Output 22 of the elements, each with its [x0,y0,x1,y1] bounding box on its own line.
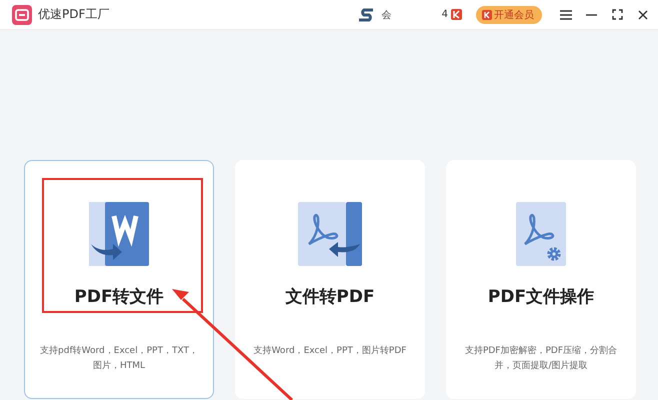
k-badge-icon [482,10,492,20]
feature-card[interactable]: PDF转文件 支持pdf转Word，Excel，PPT，TXT，图片，HTML [24,160,214,399]
count-label: 4 [442,9,448,20]
menu-icon[interactable] [560,10,572,20]
card-description: 支持PDF加密解密，PDF压缩，分割合并，页面提取/图片提取 [464,344,618,373]
card-title: PDF文件操作 [488,286,594,308]
maximize-icon[interactable] [612,9,623,20]
card-title: PDF转文件 [74,286,164,308]
app-logo-icon [12,4,32,24]
account-name[interactable]: 会 [382,8,392,22]
word-document-icon [87,202,151,266]
card-title: 文件转PDF [285,286,375,308]
close-icon[interactable] [638,10,648,20]
pdf-document-icon [298,202,362,266]
card-description: 支持pdf转Word，Excel，PPT，TXT，图片，HTML [39,344,199,373]
feature-card[interactable]: PDF文件操作 支持PDF加密解密，PDF压缩，分割合并，页面提取/图片提取 [446,160,636,399]
minimize-icon[interactable] [586,14,597,16]
app-title: 优速PDF工厂 [38,6,110,23]
k-badge-icon [451,9,462,20]
card-description: 支持Word，Excel，PPT，图片转PDF [254,344,406,358]
pdf-settings-icon [516,202,566,266]
feature-card[interactable]: 文件转PDF 支持Word，Excel，PPT，图片转PDF [235,160,425,399]
